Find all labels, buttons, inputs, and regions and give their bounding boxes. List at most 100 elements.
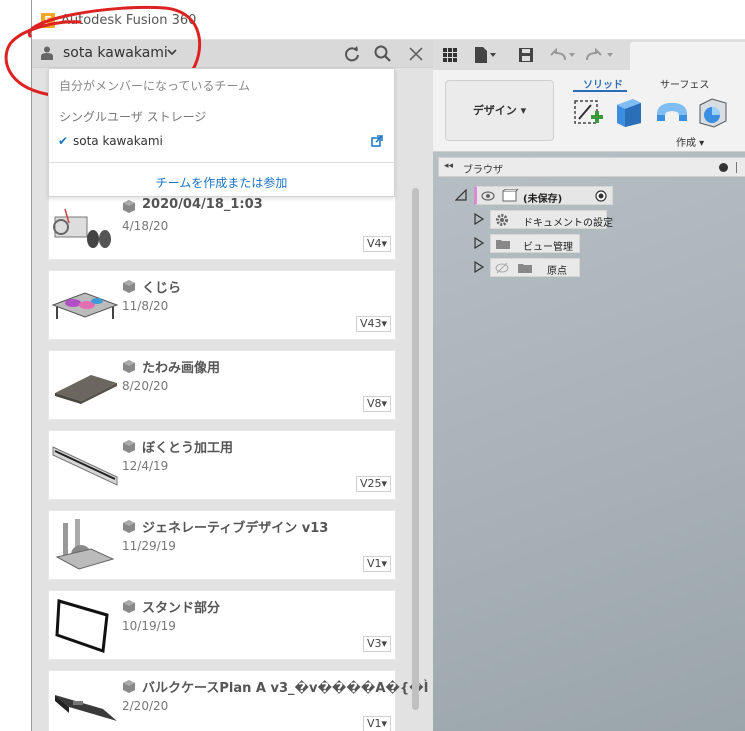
- external-link-icon[interactable]: [371, 135, 383, 147]
- refresh-icon[interactable]: [342, 44, 362, 64]
- extrude-box-icon[interactable]: [611, 95, 645, 129]
- browser-node-named-views[interactable]: ビュー管理: [473, 234, 613, 253]
- account-name[interactable]: sota kawakami: [63, 45, 168, 61]
- collapse-icon[interactable]: ◂◂: [444, 161, 453, 171]
- browser-root-node[interactable]: (未保存): [455, 186, 615, 205]
- workspace-area: デザイン ▾ ソリッド サーフェス 作成 ▾ ◂◂ ブラウザ (未保存) ドキュ…: [433, 40, 745, 731]
- close-icon[interactable]: [406, 44, 426, 64]
- design-name: たわみ画像用: [142, 361, 221, 376]
- gear-icon: [496, 214, 508, 226]
- design-name: ぼくとう加工用: [142, 441, 234, 456]
- design-date: 8/20/20: [122, 379, 169, 393]
- design-date: 11/8/20: [122, 299, 169, 313]
- account-dropdown: 自分がメンバーになっているチーム シングルユーザ ストレージ ✔ sota ka…: [48, 68, 395, 197]
- browser-title: ブラウザ: [463, 165, 503, 176]
- design-date: 10/19/19: [122, 619, 176, 633]
- folder-icon: [496, 240, 510, 249]
- design-card[interactable]: 2020/04/18_1:03 4/18/20 V4▾: [48, 190, 396, 260]
- toolbar-ribbon: デザイン ▾ ソリッド サーフェス 作成 ▾: [433, 70, 745, 152]
- eye-icon[interactable]: [481, 191, 495, 201]
- browser-divider: [736, 162, 737, 173]
- data-panel-header: sota kawakami: [32, 40, 433, 68]
- create-sketch-icon[interactable]: [571, 95, 605, 129]
- grid-icon[interactable]: [441, 46, 459, 64]
- design-cube-icon: [123, 200, 135, 213]
- design-date: 11/29/19: [122, 539, 176, 553]
- design-thumbnail: [52, 446, 118, 486]
- create-menu[interactable]: 作成 ▾: [676, 134, 704, 149]
- checkmark-icon: ✔: [58, 134, 69, 148]
- design-card[interactable]: たわみ画像用 8/20/20 V8▾: [48, 350, 396, 420]
- folder-icon: [518, 264, 532, 273]
- design-cube-icon: [123, 360, 135, 373]
- version-dropdown[interactable]: V1▾: [362, 716, 391, 731]
- redo-icon[interactable]: [585, 46, 615, 64]
- expand-triangle-icon[interactable]: [455, 189, 467, 201]
- browser-node-chip[interactable]: ビュー管理: [490, 234, 580, 253]
- workspace-switcher[interactable]: デザイン ▾: [445, 80, 554, 141]
- storage-user-name: sota kawakami: [73, 134, 163, 148]
- user-icon: [41, 46, 53, 60]
- browser-node-label: ドキュメントの設定: [523, 218, 613, 229]
- design-card[interactable]: スタンド部分 10/19/19 V3▾: [48, 590, 396, 660]
- design-name: バルクケースPlan A v3_�v����A�{�Ì: [142, 681, 429, 696]
- create-or-join-team-link[interactable]: チームを作成または参加: [49, 174, 394, 191]
- design-name: スタンド部分: [142, 601, 221, 616]
- browser-node-chip[interactable]: 原点: [490, 258, 580, 277]
- design-card[interactable]: くじら 11/8/20 V43▾: [48, 270, 396, 340]
- design-card[interactable]: ぼくとう加工用 12/4/19 V25▾: [48, 430, 396, 500]
- version-dropdown[interactable]: V43▾: [355, 316, 391, 332]
- design-card[interactable]: ジェネレーティブデザイン v13 11/29/19 V1▾: [48, 510, 396, 580]
- activate-radio-icon[interactable]: [595, 190, 607, 202]
- minimize-icon[interactable]: [719, 163, 728, 172]
- search-icon[interactable]: [373, 44, 393, 64]
- revolve-icon[interactable]: [655, 95, 689, 129]
- design-cube-icon: [123, 680, 135, 693]
- design-thumbnail: [51, 292, 119, 319]
- browser-node-document-settings[interactable]: ドキュメントの設定: [473, 210, 613, 229]
- team-membership-label: 自分がメンバーになっているチーム: [59, 79, 251, 93]
- expand-triangle-icon[interactable]: [473, 213, 485, 225]
- design-date: 2/20/20: [122, 699, 169, 713]
- browser-node-label: ビュー管理: [523, 242, 573, 253]
- storage-user-item[interactable]: ✔ sota kawakami: [49, 131, 394, 153]
- design-thumbnail: [53, 208, 111, 248]
- file-menu-icon[interactable]: [472, 46, 498, 64]
- browser-node-chip[interactable]: ドキュメントの設定: [490, 210, 613, 229]
- design-thumbnail: [55, 375, 117, 404]
- version-dropdown[interactable]: V3▾: [362, 636, 391, 652]
- design-thumbnail: [55, 695, 117, 721]
- version-dropdown[interactable]: V25▾: [355, 476, 391, 492]
- tab-surface[interactable]: サーフェス: [660, 76, 709, 91]
- version-dropdown[interactable]: V4▾: [362, 236, 391, 252]
- version-dropdown[interactable]: V1▾: [362, 556, 391, 572]
- version-dropdown[interactable]: V8▾: [362, 396, 391, 412]
- root-component-chip[interactable]: (未保存): [474, 186, 613, 205]
- dropdown-divider: [49, 162, 394, 163]
- save-icon[interactable]: [517, 46, 535, 64]
- design-card[interactable]: バルクケースPlan A v3_�v����A�{�Ì 2/20/20 V1▾: [48, 670, 428, 731]
- fusion-window: F Autodesk Fusion 360 sota kawakami 自分がメ…: [31, 0, 745, 731]
- design-canvas[interactable]: ◂◂ ブラウザ (未保存) ドキュメントの設定 ビュー管理 原点: [433, 152, 745, 731]
- expand-triangle-icon[interactable]: [473, 237, 485, 249]
- chevron-down-icon[interactable]: [166, 47, 178, 57]
- design-name: くじら: [142, 281, 182, 296]
- title-bar: F Autodesk Fusion 360: [32, 0, 745, 40]
- fusion-app-icon: F: [41, 13, 55, 28]
- data-panel: sota kawakami 自分がメンバーになっているチーム シングルユーザ ス…: [32, 40, 433, 731]
- browser-node-label: 原点: [547, 266, 567, 277]
- fillet-icon[interactable]: [696, 95, 730, 129]
- browser-header: ◂◂ ブラウザ: [438, 157, 745, 177]
- browser-node-origin[interactable]: 原点: [473, 258, 613, 277]
- expand-triangle-icon[interactable]: [473, 261, 485, 273]
- data-panel-scrollbar[interactable]: [412, 188, 419, 710]
- undo-icon[interactable]: [547, 46, 577, 64]
- document-tab[interactable]: [630, 42, 745, 70]
- component-icon: [502, 189, 519, 202]
- tab-solid[interactable]: ソリッド: [583, 76, 623, 91]
- root-component-label: (未保存): [523, 194, 563, 205]
- eye-hidden-icon[interactable]: [495, 262, 509, 274]
- window-title: Autodesk Fusion 360: [61, 13, 197, 28]
- design-name: 2020/04/18_1:03: [142, 197, 263, 212]
- design-cube-icon: [123, 600, 135, 613]
